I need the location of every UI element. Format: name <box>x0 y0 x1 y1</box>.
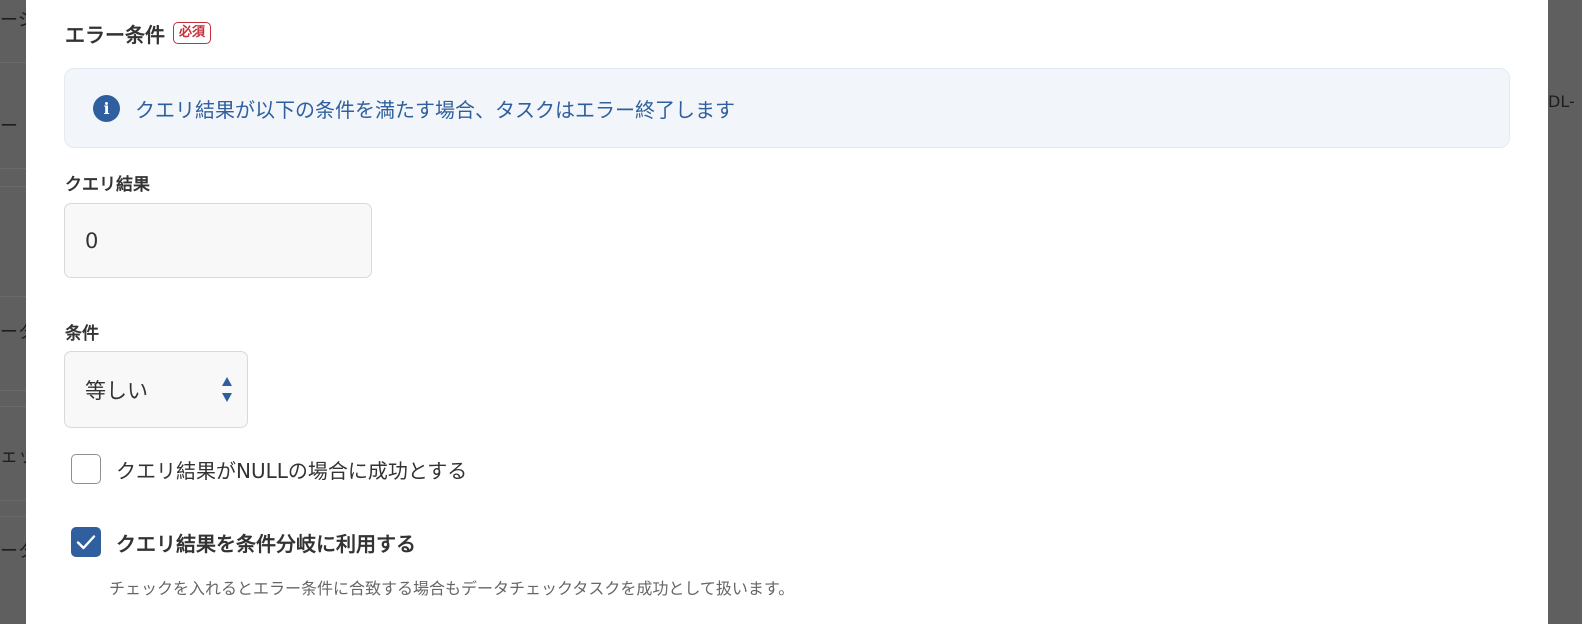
condition-select-value: 等しい <box>85 378 148 403</box>
background-divider <box>0 168 26 169</box>
null-success-checkbox-label[interactable]: クエリ結果がNULLの場合に成功とする <box>116 455 467 484</box>
info-alert: i クエリ結果が以下の条件を満たす場合、タスクはエラー終了します <box>64 68 1510 148</box>
background-text-fragment: ーシ <box>0 10 26 31</box>
background-divider <box>0 62 26 63</box>
background-divider <box>0 186 26 187</box>
background-text-fragment: ェック <box>0 446 26 467</box>
background-text-fragment: ータ <box>0 322 26 343</box>
section-header: エラー条件 必須 <box>65 19 212 47</box>
use-branch-checkbox-label[interactable]: クエリ結果を条件分岐に利用する <box>116 528 416 557</box>
background-text-fragment: DL- <box>1548 92 1575 111</box>
query-result-input[interactable] <box>64 203 372 278</box>
null-success-checkbox[interactable] <box>71 454 101 484</box>
background-divider <box>0 390 26 391</box>
condition-select[interactable]: 等しい <box>64 351 248 428</box>
use-branch-checkbox[interactable] <box>71 527 101 557</box>
null-success-checkbox-row[interactable]: クエリ結果がNULLの場合に成功とする <box>71 453 467 485</box>
condition-label: 条件 <box>65 324 99 344</box>
background-text-fragment: ー <box>0 116 18 137</box>
use-branch-checkbox-row[interactable]: クエリ結果を条件分岐に利用する <box>71 526 416 558</box>
section-title: エラー条件 <box>65 22 165 47</box>
modal-dialog: エラー条件 必須 i クエリ結果が以下の条件を満たす場合、タスクはエラー終了しま… <box>26 0 1548 624</box>
required-badge: 必須 <box>173 22 212 44</box>
background-divider <box>0 406 26 407</box>
select-arrows-icon <box>222 377 232 402</box>
help-text: チェックを入れるとエラー条件に合致する場合もデータチェックタスクを成功として扱い… <box>109 579 795 598</box>
background-divider <box>0 516 26 517</box>
background-divider <box>0 296 26 297</box>
background-divider <box>0 500 26 501</box>
checkmark-icon <box>76 535 96 550</box>
info-icon: i <box>93 94 120 122</box>
query-result-label: クエリ結果 <box>65 175 150 195</box>
background-text-fragment: ータ <box>0 541 26 562</box>
info-message: クエリ結果が以下の条件を満たす場合、タスクはエラー終了します <box>135 97 735 122</box>
